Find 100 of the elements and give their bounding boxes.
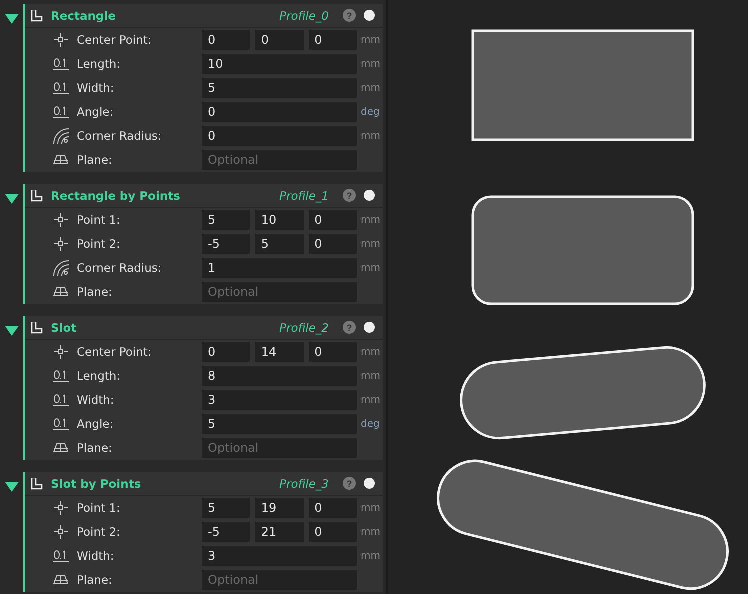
field-label: Point 2: [77,525,122,539]
profile-icon [31,322,43,334]
value-field[interactable]: 5 [202,414,357,434]
value-field[interactable]: 0 [202,30,250,50]
plane-field[interactable]: Optional [202,282,357,302]
crosshair-icon [54,501,68,515]
value-field[interactable]: 0 [202,126,357,146]
unit-label: mm [361,394,380,406]
unit-label: mm [361,550,380,562]
field-label: Corner Radius: [77,261,163,275]
unit-label: mm [361,526,380,538]
value-field[interactable]: 10 [202,54,357,74]
radius-icon [53,128,69,144]
value-field[interactable]: 0 [255,30,304,50]
field-label: Point 1: [77,501,122,515]
unit-label: mm [361,502,380,514]
unit-label: mm [361,262,380,274]
value-field[interactable]: 5 [255,234,304,254]
plane-field[interactable]: Optional [202,438,357,458]
value-field[interactable]: 5 [202,498,250,518]
plane-field[interactable]: Optional [202,570,357,590]
unit-label: mm [361,370,380,382]
field-label: Point 2: [77,237,122,251]
unit-label: mm [361,238,380,250]
unit-label: deg [361,106,380,118]
unit-label: mm [361,346,380,358]
value-field[interactable]: 3 [202,390,357,410]
value-field[interactable]: 5 [202,78,357,98]
unit-label: mm [361,130,380,142]
decimal-icon [53,370,69,382]
value-field[interactable]: 5 [202,210,250,230]
value-field[interactable]: 10 [255,210,304,230]
value-field[interactable]: 0 [202,342,250,362]
profile-title: Slot [51,320,78,334]
decimal-icon [53,418,69,430]
value-field[interactable]: 19 [255,498,304,518]
field-label: Width: [77,81,116,95]
field-label: Plane: [77,285,114,299]
value-field[interactable]: 3 [202,546,357,566]
field-label: Angle: [77,105,115,119]
value-field[interactable]: 21 [255,522,304,542]
profile-icon [31,190,43,202]
status-dot [364,10,375,21]
decimal-icon [53,58,69,70]
profile-icon [31,10,43,22]
field-label: Length: [77,369,122,383]
decimal-icon [53,550,69,562]
field-label: Plane: [77,153,114,167]
status-dot [364,478,375,489]
crosshair-icon [54,345,68,359]
value-field[interactable]: 1 [202,258,357,278]
plane-icon [53,155,69,165]
value-field[interactable]: 0 [308,522,357,542]
value-field[interactable]: 14 [255,342,304,362]
decimal-icon [53,394,69,406]
value-field[interactable]: 0 [308,30,357,50]
status-dot [364,190,375,201]
profile-name: Profile_1 [280,188,329,202]
unit-label: mm [361,214,380,226]
value-field[interactable]: 0 [308,498,357,518]
unit-label: mm [361,34,380,46]
unit-label: deg [361,418,380,430]
value-field[interactable]: 0 [202,102,357,122]
plane-icon [53,287,69,297]
field-label: Plane: [77,441,114,455]
profile-title: Rectangle by Points [51,188,182,202]
unit-label: mm [361,82,380,94]
collapse-toggle[interactable] [5,14,19,24]
plane-field[interactable]: Optional [202,150,357,170]
crosshair-icon [54,33,68,47]
field-label: Point 1: [77,213,122,227]
value-field[interactable]: 0 [308,210,357,230]
profile-icon [31,478,43,490]
field-label: Center Point: [77,33,153,47]
field-label: Angle: [77,417,115,431]
unit-label: mm [361,58,380,70]
profile-title: Rectangle [51,8,117,22]
collapse-toggle[interactable] [5,194,19,204]
value-field[interactable]: 0 [308,342,357,362]
status-dot [364,322,375,333]
plane-icon [53,443,69,453]
field-label: Width: [77,393,116,407]
decimal-icon [53,106,69,118]
field-label: Corner Radius: [77,129,163,143]
field-label: Center Point: [77,345,153,359]
profile-name: Profile_3 [280,476,329,490]
field-label: Length: [77,57,122,71]
profile-name: Profile_2 [280,320,329,334]
collapse-toggle[interactable] [5,482,19,492]
value-field[interactable]: 0 [308,234,357,254]
decimal-icon [53,82,69,94]
value-field[interactable]: -5 [202,522,250,542]
plane-icon [53,575,69,585]
profile-title: Slot by Points [51,476,142,490]
profile-name: Profile_0 [280,8,329,22]
value-field[interactable]: -5 [202,234,250,254]
value-field[interactable]: 8 [202,366,357,386]
radius-icon [53,260,69,276]
field-label: Plane: [77,573,114,587]
collapse-toggle[interactable] [5,326,19,336]
